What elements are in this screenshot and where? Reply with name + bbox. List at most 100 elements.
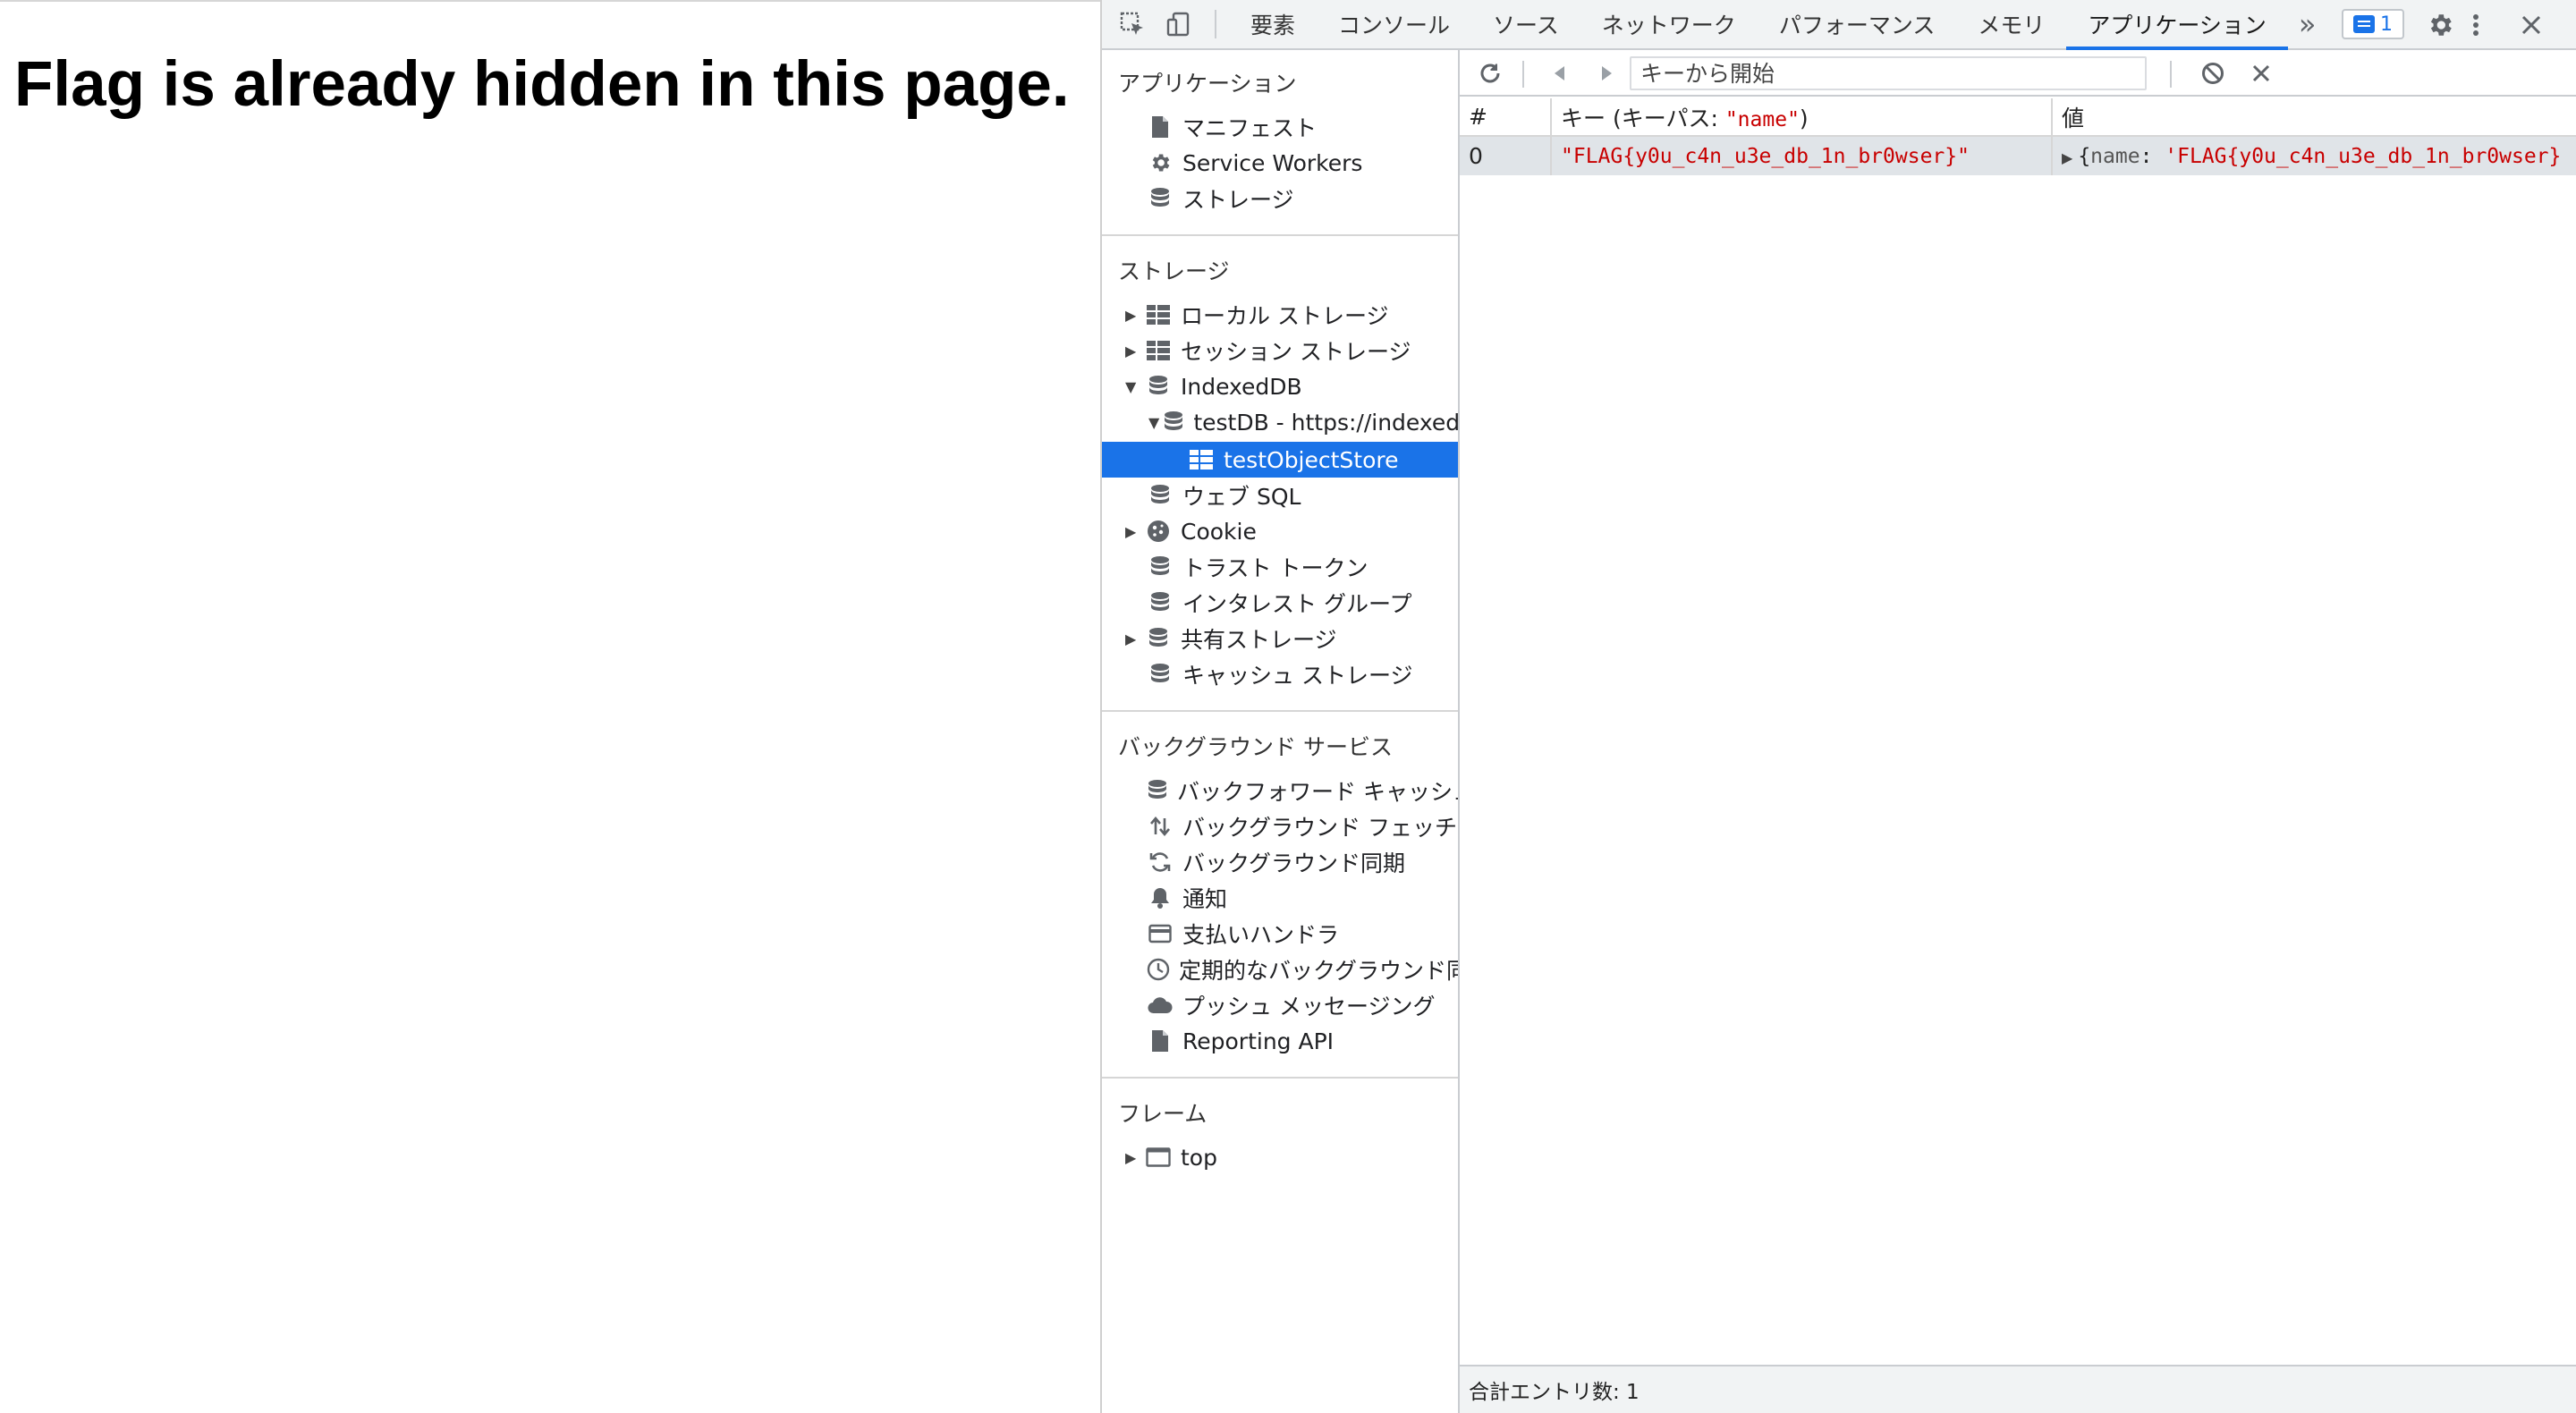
sidebar-item-label: ウェブ SQL (1182, 479, 1301, 512)
settings-gear-icon[interactable] (2426, 2, 2454, 48)
database-icon (1147, 661, 1174, 688)
toolbar-divider (1215, 10, 1216, 38)
document-icon (1147, 1028, 1174, 1054)
credit-card-icon (1147, 920, 1174, 947)
section-title-application: アプリケーション (1118, 66, 1297, 98)
previous-page-icon[interactable] (1542, 55, 1578, 91)
gear-icon (1147, 149, 1174, 176)
sidebar-item-label: testDB - https://indexeddb (1193, 410, 1460, 436)
device-toolbar-icon[interactable] (1156, 1, 1202, 47)
section-divider (1102, 234, 1458, 236)
sidebar-item-cookie[interactable]: ▶ Cookie (1102, 513, 1458, 549)
column-header-index[interactable]: # (1460, 98, 1551, 136)
expand-triangle-icon[interactable]: ▶ (1125, 307, 1140, 324)
table-grid-icon (1145, 301, 1172, 328)
database-icon (1147, 589, 1174, 616)
sidebar-item-label: ストレージ (1182, 182, 1294, 215)
sidebar-item-local-storage[interactable]: ▶ ローカル ストレージ (1102, 297, 1458, 333)
sidebar-item-web-sql[interactable]: ウェブ SQL (1102, 478, 1458, 513)
next-page-icon[interactable] (1589, 55, 1624, 91)
table-row[interactable]: 0 "FLAG{y0u_c4n_u3e_db_1n_br0wser}" ▶{na… (1460, 136, 2576, 175)
tab-network[interactable]: ネットワーク (1580, 0, 1758, 48)
expand-triangle-icon[interactable]: ▶ (1125, 1149, 1140, 1166)
database-icon (1145, 373, 1172, 400)
object-property-value: 'FLAG{y0u_c4n_u3e_db_1n_br0wser} (2165, 145, 2561, 168)
tab-performance[interactable]: パフォーマンス (1758, 0, 1957, 48)
sidebar-item-background-sync[interactable]: バックグラウンド同期 (1102, 844, 1458, 880)
object-store-table: # キー (キーパス: "name") 値 0 "FLAG{y0u_c4n_u3… (1460, 98, 2576, 175)
sidebar-item-periodic-background-sync[interactable]: 定期的なバックグラウンド同 (1102, 952, 1458, 987)
sidebar-item-session-storage[interactable]: ▶ セッション ストレージ (1102, 333, 1458, 368)
clock-icon (1147, 956, 1170, 983)
expand-object-triangle-icon[interactable]: ▶ (2062, 149, 2072, 166)
sidebar-item-label: top (1181, 1145, 1217, 1171)
object-property-key: name (2090, 145, 2140, 168)
sidebar-item-payment-handler[interactable]: 支払いハンドラ (1102, 916, 1458, 952)
sidebar-item-indexeddb[interactable]: ▼ IndexedDB (1102, 368, 1458, 404)
expand-triangle-icon[interactable]: ▶ (1125, 343, 1140, 360)
inspect-element-icon[interactable] (1109, 1, 1156, 47)
sidebar-item-testdb[interactable]: ▼ testDB - https://indexeddb (1102, 404, 1458, 440)
sidebar-item-label: 支払いハンドラ (1182, 918, 1339, 950)
sidebar-item-label: 通知 (1182, 882, 1227, 914)
row-value-cell: ▶{name: 'FLAG{y0u_c4n_u3e_db_1n_br0wser} (2052, 136, 2576, 175)
toolbar-divider (2170, 61, 2172, 88)
sidebar-item-label: 共有ストレージ (1181, 622, 1337, 655)
key-header-suffix: ) (1800, 106, 1809, 131)
devtools-panel: 要素 コンソール ソース ネットワーク パフォーマンス メモリ アプリケーション… (1100, 0, 2576, 1413)
refresh-icon[interactable] (1472, 55, 1508, 91)
tab-memory[interactable]: メモリ (1956, 0, 2066, 48)
sidebar-item-reporting-api[interactable]: Reporting API (1102, 1023, 1458, 1059)
database-icon (1147, 482, 1174, 509)
sidebar-item-label: トラスト トークン (1182, 551, 1368, 583)
clear-object-store-icon[interactable] (2195, 55, 2231, 91)
data-view-toolbar (1460, 50, 2576, 97)
tab-elements[interactable]: 要素 (1229, 0, 1317, 48)
sidebar-item-service-workers[interactable]: Service Workers (1102, 145, 1458, 181)
delete-selected-icon[interactable] (2243, 55, 2279, 91)
issues-count: 1 (2380, 13, 2393, 36)
tab-application[interactable]: アプリケーション (2066, 0, 2288, 48)
close-devtools-icon[interactable] (2520, 2, 2543, 48)
expand-triangle-icon[interactable]: ▶ (1125, 630, 1140, 647)
start-from-key-input[interactable] (1630, 56, 2147, 90)
section-divider (1102, 710, 1458, 712)
sidebar-item-cache-storage[interactable]: キャッシュ ストレージ (1102, 656, 1458, 692)
row-index-cell: 0 (1460, 136, 1551, 175)
object-property-separator: : (2140, 145, 2165, 168)
sidebar-item-label: Cookie (1181, 519, 1257, 545)
sidebar-item-label: testObjectStore (1224, 447, 1399, 473)
sidebar-item-interest-groups[interactable]: インタレスト グループ (1102, 585, 1458, 621)
application-sidebar: アプリケーション マニフェスト Service Workers ストレージ スト… (1102, 50, 1460, 1413)
expand-triangle-icon[interactable]: ▶ (1125, 523, 1140, 540)
collapse-triangle-icon[interactable]: ▼ (1125, 378, 1140, 395)
tab-sources[interactable]: ソース (1471, 0, 1580, 48)
message-icon (2353, 15, 2375, 33)
web-page: Flag is already hidden in this page. (0, 0, 1100, 1413)
database-icon (1147, 777, 1168, 804)
sidebar-item-trust-tokens[interactable]: トラスト トークン (1102, 549, 1458, 585)
sidebar-item-notifications[interactable]: 通知 (1102, 880, 1458, 916)
sidebar-item-label: セッション ストレージ (1181, 334, 1411, 367)
issues-badge[interactable]: 1 (2342, 9, 2404, 39)
tab-console[interactable]: コンソール (1317, 0, 1471, 48)
sidebar-item-storage-overview[interactable]: ストレージ (1102, 181, 1458, 216)
collapse-triangle-icon[interactable]: ▼ (1148, 414, 1159, 431)
sidebar-item-background-fetch[interactable]: バックグラウンド フェッチ (1102, 808, 1458, 844)
sidebar-item-push-messaging[interactable]: プッシュ メッセージング (1102, 987, 1458, 1023)
sidebar-item-label: マニフェスト (1182, 111, 1317, 143)
sidebar-item-test-object-store[interactable]: testObjectStore (1102, 442, 1458, 478)
sidebar-item-manifest[interactable]: マニフェスト (1102, 109, 1458, 145)
column-header-value[interactable]: 値 (2052, 98, 2576, 136)
database-icon (1163, 409, 1184, 436)
sidebar-item-label: Service Workers (1182, 150, 1362, 176)
total-entries-label: 合計エントリ数: 1 (1469, 1375, 1640, 1405)
sidebar-item-shared-storage[interactable]: ▶ 共有ストレージ (1102, 621, 1458, 656)
more-tabs-icon[interactable]: » (2288, 7, 2327, 41)
sidebar-item-back-forward-cache[interactable]: バックフォワード キャッシュ (1102, 773, 1458, 808)
column-header-key[interactable]: キー (キーパス: "name") (1551, 98, 2052, 136)
sidebar-item-frame-top[interactable]: ▶ top (1102, 1139, 1458, 1175)
section-divider (1102, 1077, 1458, 1079)
sidebar-item-label: IndexedDB (1181, 374, 1302, 400)
more-options-icon[interactable] (2470, 2, 2481, 48)
